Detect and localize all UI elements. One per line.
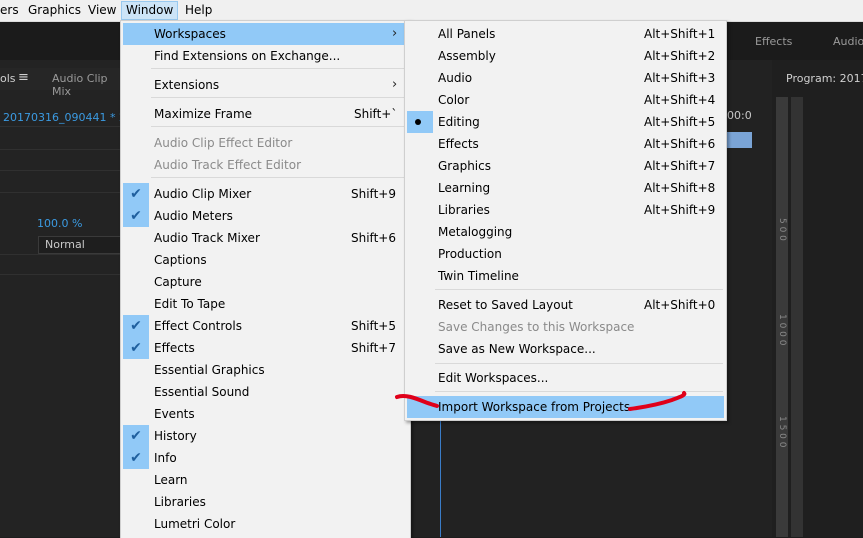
menu-item-audio-meters[interactable]: ✔ Audio Meters — [121, 205, 410, 227]
ruler-mark: 5 0 0 — [777, 218, 787, 241]
checkmark-icon: ✔ — [123, 337, 149, 359]
menu-item-reset-layout[interactable]: Reset to Saved Layout Alt+Shift+0 — [405, 294, 726, 316]
checkmark-icon: ✔ — [123, 315, 149, 337]
workspace-tab-audio[interactable]: Audio — [833, 35, 863, 48]
program-monitor-title[interactable]: Program: 20170 — [786, 72, 863, 85]
divider — [0, 254, 122, 255]
menu-item-events[interactable]: Events — [121, 403, 410, 425]
menu-item-lumetri-color[interactable]: Lumetri Color — [121, 513, 410, 535]
menu-item-workspaces[interactable]: Workspaces › — [123, 23, 409, 45]
menu-item-extensions[interactable]: Extensions › — [121, 74, 410, 96]
menu-item-save-as-new[interactable]: Save as New Workspace... — [405, 338, 726, 360]
menu-item-import-workspace[interactable]: Import Workspace from Projects — [407, 396, 724, 418]
menu-item-audio-track-mixer[interactable]: Audio Track Mixer Shift+6 — [121, 227, 410, 249]
menu-item-maximize-frame[interactable]: Maximize Frame Shift+` — [121, 103, 410, 125]
panel-menu-icon[interactable]: ≡ — [18, 70, 29, 85]
checkmark-icon: ✔ — [123, 447, 149, 469]
chevron-right-icon: › — [392, 77, 398, 92]
menu-item-effects[interactable]: ✔ Effects Shift+7 — [121, 337, 410, 359]
radio-selected-icon — [407, 111, 433, 133]
chevron-right-icon: › — [392, 26, 398, 41]
menu-item-captions[interactable]: Captions — [121, 249, 410, 271]
menu-help[interactable]: Help — [181, 2, 216, 19]
divider — [0, 192, 122, 193]
menu-markers[interactable]: ers — [0, 2, 23, 19]
menu-separator — [435, 289, 723, 290]
checkmark-icon: ✔ — [123, 205, 149, 227]
menu-separator — [151, 126, 407, 127]
menu-item-edit-to-tape[interactable]: Edit To Tape — [121, 293, 410, 315]
menu-separator — [151, 68, 407, 69]
menu-item-effect-controls[interactable]: ✔ Effect Controls Shift+5 — [121, 315, 410, 337]
menu-item-essential-graphics[interactable]: Essential Graphics — [121, 359, 410, 381]
menu-item-metalogging[interactable]: Metalogging — [405, 221, 726, 243]
menu-separator — [151, 177, 407, 178]
checkmark-icon: ✔ — [123, 183, 149, 205]
menu-item-editing[interactable]: Editing Alt+Shift+5 — [405, 111, 726, 133]
ruler-mark: 1 0 0 0 — [777, 314, 787, 346]
menu-item-color[interactable]: Color Alt+Shift+4 — [405, 89, 726, 111]
menu-item-effects-workspace[interactable]: Effects Alt+Shift+6 — [405, 133, 726, 155]
menu-item-audio[interactable]: Audio Alt+Shift+3 — [405, 67, 726, 89]
timeline-timecode: 00:0 — [727, 109, 752, 122]
workspaces-submenu: All Panels Alt+Shift+1 Assembly Alt+Shif… — [404, 20, 727, 421]
menu-separator — [151, 97, 407, 98]
checkmark-icon: ✔ — [123, 425, 149, 447]
divider — [0, 126, 122, 127]
workspace-tab-effects[interactable]: Effects — [755, 35, 792, 48]
blend-mode-dropdown[interactable]: Normal — [38, 236, 124, 254]
menu-item-libraries[interactable]: Libraries — [121, 491, 410, 513]
opacity-value[interactable]: 100.0 % — [37, 217, 82, 230]
menu-item-libraries-workspace[interactable]: Libraries Alt+Shift+9 — [405, 199, 726, 221]
menu-item-essential-sound[interactable]: Essential Sound — [121, 381, 410, 403]
menu-item-graphics[interactable]: Graphics Alt+Shift+7 — [405, 155, 726, 177]
tab-audio-clip-mixer[interactable]: Audio Clip Mix — [52, 72, 122, 98]
menu-view[interactable]: View — [84, 2, 120, 19]
menu-item-audio-track-effect-editor: Audio Track Effect Editor — [154, 158, 301, 172]
menu-item-production[interactable]: Production — [405, 243, 726, 265]
menu-item-edit-workspaces[interactable]: Edit Workspaces... — [405, 367, 726, 389]
menu-graphics[interactable]: Graphics — [24, 2, 85, 19]
menu-item-twin-timeline[interactable]: Twin Timeline — [405, 265, 726, 287]
menu-item-learn[interactable]: Learn — [121, 469, 410, 491]
ruler-mark: 1 5 0 0 — [777, 416, 787, 448]
menu-separator — [435, 363, 723, 364]
divider — [0, 274, 122, 275]
menu-bar: ers Graphics View Window Help — [0, 0, 863, 22]
menu-separator — [435, 391, 723, 392]
scrollbar-track[interactable] — [791, 97, 803, 537]
menu-window[interactable]: Window — [121, 1, 179, 20]
menu-item-info[interactable]: ✔ Info — [121, 447, 410, 469]
menu-item-audio-clip-effect-editor: Audio Clip Effect Editor — [154, 136, 293, 150]
menu-item-all-panels[interactable]: All Panels Alt+Shift+1 — [405, 23, 726, 45]
menu-item-save-changes: Save Changes to this Workspace — [438, 320, 635, 334]
window-menu: Workspaces › Find Extensions on Exchange… — [120, 20, 411, 538]
menu-item-audio-clip-mixer[interactable]: ✔ Audio Clip Mixer Shift+9 — [121, 183, 410, 205]
divider — [0, 149, 122, 150]
menu-item-capture[interactable]: Capture — [121, 271, 410, 293]
timeline-clip[interactable] — [725, 132, 752, 148]
menu-item-find-extensions[interactable]: Find Extensions on Exchange... — [121, 45, 410, 67]
effect-controls-panel-header: ols ≡ Audio Clip Mix — [0, 68, 122, 98]
menu-item-learning[interactable]: Learning Alt+Shift+8 — [405, 177, 726, 199]
menu-item-assembly[interactable]: Assembly Alt+Shift+2 — [405, 45, 726, 67]
divider — [0, 170, 122, 171]
playhead-line[interactable] — [440, 420, 441, 537]
tab-effect-controls[interactable]: ols — [0, 72, 16, 85]
menu-item-history[interactable]: ✔ History — [121, 425, 410, 447]
